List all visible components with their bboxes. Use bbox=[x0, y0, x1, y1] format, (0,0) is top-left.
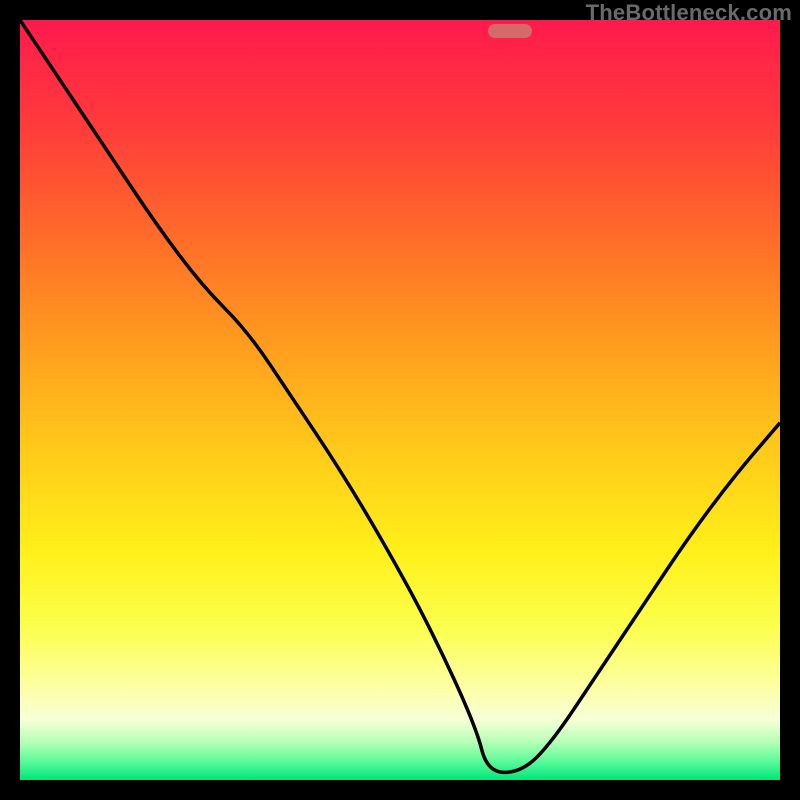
bottleneck-curve-path bbox=[20, 20, 780, 772]
plot-area bbox=[20, 20, 780, 780]
optimum-marker bbox=[488, 24, 532, 38]
curve-svg bbox=[20, 20, 780, 780]
